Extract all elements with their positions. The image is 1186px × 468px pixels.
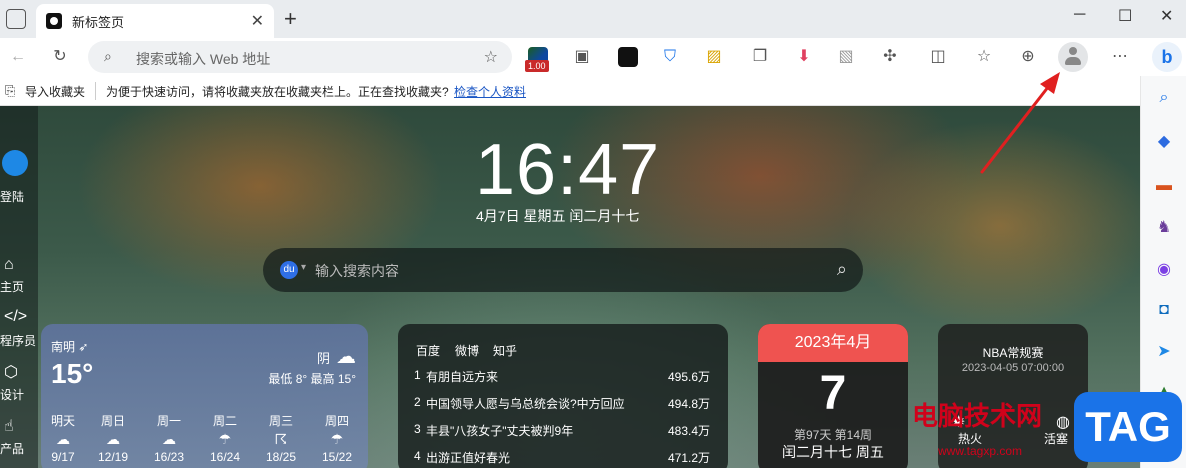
cloud-icon: ☁ [336,346,356,368]
favorites-divider [95,82,96,100]
nba-time: 2023-04-05 07:00:00 [961,362,1065,374]
address-input[interactable]: 搜索或输入 Web 地址 [136,49,270,69]
extension-shield-icon[interactable]: ⛉ [660,47,680,67]
favorites-icon[interactable]: ☆ [974,47,994,67]
rail-item-programmer[interactable]: 程序员 [0,332,36,349]
search-icon[interactable]: ⌕ [837,259,847,280]
forecast-day: 明天 ☁ 9/17 [43,412,83,464]
extension-image-icon[interactable]: ▨ [704,47,724,67]
split-screen-icon[interactable]: ◫ [928,47,948,67]
rail-item-home[interactable]: 主页 [0,278,24,295]
cloud-icon: ☁ [106,431,120,447]
add-favorite-icon[interactable]: ☆ [484,47,498,67]
engine-caret-icon[interactable]: ▾ [301,262,306,273]
toolbar: ← ↻ ⌕ 搜索或输入 Web 地址 ☆ 1.00 ▣ ⛉ ▨ ❐ ⬇ ▧ ✣ … [0,38,1186,76]
calendar-lunar: 闰二月十七 周五 [782,444,884,460]
sidebar-outlook-icon[interactable]: ◘ [1154,300,1174,320]
nba-title: NBA常规赛 [982,346,1044,360]
tab-new-tab[interactable]: 新标签页 ✕ [36,4,274,38]
tab-weibo[interactable]: 微博 [455,342,479,359]
extension-game-icon[interactable]: ▣ [572,47,592,67]
extension-copy-icon[interactable]: ❐ [750,47,770,67]
calendar-day: 7 [819,367,847,420]
cloud-icon: ☁ [56,431,70,447]
page-search-input[interactable]: 输入搜索内容 [315,261,399,281]
team-logo-icon: ◍ [1056,414,1070,431]
clock-time: 16:47 [475,130,661,210]
search-icon: ⌕ [104,48,112,64]
home-icon[interactable]: ⌂ [4,256,14,274]
favorites-hint: 为便于快速访问，请将收藏夹放在收藏夹栏上。正在查找收藏夹? [106,85,449,99]
watermark-url: www.tagxp.com [938,444,1023,458]
watermark-tag: TAG [1074,392,1182,462]
sidebar-office-icon[interactable]: ◉ [1154,260,1174,280]
close-window-button[interactable]: ✕ [1160,6,1173,26]
profile-person-icon [1065,47,1081,67]
page-search-box[interactable]: du ▾ 输入搜索内容 ⌕ [263,248,863,292]
tab-title: 新标签页 [72,15,125,30]
minimize-button[interactable]: ─ [1074,6,1085,24]
rail-item-product[interactable]: 产品 [0,440,24,457]
calendar-week: 第97天 第14周 [793,428,873,442]
collections-icon[interactable]: ⊕ [1018,47,1038,67]
baidu-engine-icon[interactable]: du [280,261,298,279]
import-favorites-icon[interactable]: ⎘ [5,83,15,99]
rail-item-design[interactable]: 设计 [0,386,24,403]
tab-strip: 新标签页 ✕ + ─ ☐ ✕ [0,0,1186,38]
import-favorites-button[interactable]: 导入收藏夹 [25,83,85,100]
sidebar-shopping-icon[interactable]: ◆ [1154,132,1174,152]
code-icon[interactable]: </> [4,308,27,326]
forecast-day: 周一 ☁ 16/23 [149,412,189,464]
hot-list-card: 百度 微博 知乎 1 有朋自远方来 495.6万 2 中国领导人愿与乌总统会谈?中方回… [398,324,728,468]
clock-date: 4月7日 星期五 闰二月十七 [476,208,640,224]
extensions-puzzle-icon[interactable]: ✣ [880,47,900,67]
new-tab-button[interactable]: + [284,6,297,32]
rain-icon: ☂ [218,431,232,447]
calendar-card[interactable]: 2023年4月 7 第97天 第14周 闰二月十七 周五 [758,324,908,468]
product-icon[interactable]: ☝ [4,416,14,436]
sidebar-tools-icon[interactable]: ▬ [1154,176,1174,196]
extension-l-icon[interactable] [618,47,638,67]
refresh-icon[interactable]: ↻ [50,47,70,67]
maximize-button[interactable]: ☐ [1118,6,1132,26]
thunder-icon: ☈ [274,431,288,447]
tab-actions-button[interactable] [6,9,26,29]
weather-temp: 15° [51,358,94,389]
extension-badge: 1.00 [525,60,549,72]
rain-icon: ☂ [330,431,344,447]
tab-favicon-icon [46,13,62,29]
extension-picture-icon[interactable]: ▧ [836,47,856,67]
weather-range: 最低 8° 最高 15° [268,372,356,386]
extension-download-icon[interactable]: ⬇ [794,47,814,67]
favorites-bar: ⎘ 导入收藏夹 为便于快速访问，请将收藏夹放在收藏夹栏上。正在查找收藏夹? 检查… [0,76,1140,106]
forecast-day: 周三 ☈ 18/25 [261,412,301,464]
more-menu-icon[interactable]: ⋯ [1110,47,1130,67]
design-icon[interactable]: ⬡ [4,362,18,382]
forecast-day: 周四 ☂ 15/22 [317,412,357,464]
weather-condition: 阴 [316,351,330,366]
watermark-text: 电脑技术网 [912,401,1043,431]
address-bar[interactable]: ⌕ 搜索或输入 Web 地址 ☆ [88,41,512,73]
bing-chat-icon[interactable]: b [1152,42,1182,72]
weather-card[interactable]: 南明 ➶ 15° 阴 ☁ 最低 8° 最高 15° 明天 ☁ 9/17 周日 ☁ 12/… [41,324,368,468]
login-label[interactable]: 登陆 [0,188,24,205]
forecast-day: 周二 ☂ 16/24 [205,412,245,464]
profile-avatar-button[interactable] [1058,42,1088,72]
weather-city: 南明 ➶ [51,340,89,354]
left-rail: 登陆 ⌂ 主页 </> 程序员 ⬡ 设计 ☝ 产品 [0,106,38,468]
check-profile-link[interactable]: 检查个人资料 [454,83,526,100]
tab-baidu[interactable]: 百度 [416,342,440,359]
sidebar-search-icon[interactable]: ⌕ [1154,88,1174,108]
back-icon[interactable]: ← [8,47,28,67]
away-team: 活塞 [1044,432,1069,446]
login-avatar-icon[interactable] [2,150,28,176]
cloud-icon: ☁ [162,431,176,447]
sidebar-send-icon[interactable]: ➤ [1154,342,1174,362]
sidebar-games-icon[interactable]: ♞ [1154,218,1174,238]
calendar-month: 2023年4月 [758,324,908,362]
tab-zhihu[interactable]: 知乎 [493,342,517,359]
forecast-day: 周日 ☁ 12/19 [93,412,133,464]
tab-close-icon[interactable]: ✕ [251,11,264,31]
